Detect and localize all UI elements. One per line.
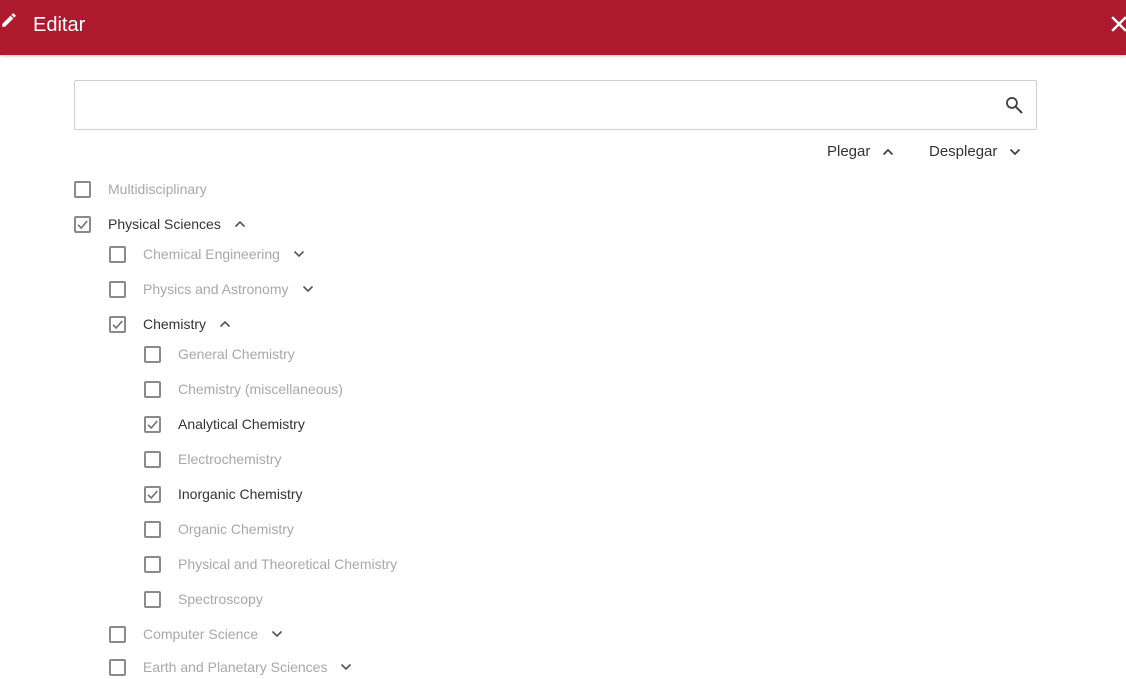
expand-all-button[interactable]: Desplegar (929, 142, 1021, 162)
search-input[interactable] (87, 81, 991, 131)
tree-item[interactable]: Inorganic Chemistry (144, 482, 303, 506)
tree-item-label: Chemical Engineering (143, 246, 280, 262)
chevron-up-icon (883, 148, 894, 156)
tree-item-label: Inorganic Chemistry (178, 486, 303, 502)
checkbox-checked[interactable] (144, 415, 161, 433)
checkbox[interactable] (144, 520, 161, 538)
chevron-down-icon[interactable] (293, 248, 305, 260)
close-icon[interactable] (1110, 14, 1126, 36)
chevron-down-icon[interactable] (340, 661, 352, 673)
checkbox[interactable] (144, 380, 161, 398)
chevron-up-icon[interactable] (234, 218, 246, 230)
checkbox[interactable] (109, 658, 126, 676)
tree-item-label: Organic Chemistry (178, 521, 294, 537)
check-icon (77, 219, 88, 229)
expand-all-label: Desplegar (929, 143, 998, 160)
tree-item-label: Chemistry (143, 316, 207, 332)
tree-item[interactable]: Multidisciplinary (74, 177, 207, 201)
tree-item-label: Physical and Theoretical Chemistry (178, 556, 398, 572)
tree-item-label: Physics and Astronomy (143, 281, 289, 297)
tree-item[interactable]: Analytical Chemistry (144, 412, 305, 436)
tree-item[interactable]: Computer Science (109, 622, 283, 646)
checkbox-checked[interactable] (109, 315, 126, 333)
chevron-up-icon[interactable] (219, 318, 231, 330)
chevron-down-icon[interactable] (302, 283, 314, 295)
checkbox[interactable] (144, 555, 161, 573)
tree-item[interactable]: Physics and Astronomy (109, 277, 314, 301)
search-field (74, 80, 1037, 131)
tree-item[interactable]: Chemistry (miscellaneous) (144, 377, 343, 401)
tree-item-label: General Chemistry (178, 346, 295, 362)
tree-item-label: Chemistry (miscellaneous) (178, 381, 343, 397)
chevron-down-icon[interactable] (271, 628, 283, 640)
tree-item[interactable]: Organic Chemistry (144, 517, 294, 541)
chevron-down-icon (1010, 148, 1021, 156)
collapse-all-button[interactable]: Plegar (827, 142, 894, 162)
tree-item-label: Analytical Chemistry (178, 416, 305, 432)
tree-item-label: Physical Sciences (108, 216, 221, 232)
pencil-icon (2, 13, 16, 27)
checkbox[interactable] (109, 280, 126, 298)
tree-item[interactable]: Electrochemistry (144, 447, 281, 471)
checkbox-checked[interactable] (74, 215, 91, 233)
checkbox[interactable] (109, 625, 126, 643)
checkbox[interactable] (74, 180, 91, 198)
checkbox[interactable] (109, 245, 126, 263)
checkbox[interactable] (144, 345, 161, 363)
collapse-all-label: Plegar (827, 143, 871, 160)
check-icon (112, 319, 123, 329)
checkbox-checked[interactable] (144, 485, 161, 503)
search-icon[interactable] (1004, 95, 1024, 115)
dialog-title: Editar (33, 14, 86, 36)
tree-item[interactable]: Chemical Engineering (109, 242, 305, 266)
tree-item[interactable]: Chemistry (109, 312, 231, 336)
tree-item[interactable]: Spectroscopy (144, 587, 263, 611)
checkbox[interactable] (144, 450, 161, 468)
tree-item[interactable]: Physical and Theoretical Chemistry (144, 552, 397, 576)
check-icon (147, 489, 158, 499)
dialog-header: Editar (0, 0, 1126, 55)
tree-item-label: Computer Science (143, 626, 259, 642)
tree-item[interactable]: Earth and Planetary Sciences (109, 655, 352, 679)
tree-item-label: Earth and Planetary Sciences (143, 659, 328, 675)
check-icon (147, 419, 158, 429)
tree-item[interactable]: Physical Sciences (74, 212, 246, 236)
checkbox[interactable] (144, 590, 161, 608)
tree-item-label: Multidisciplinary (108, 181, 207, 197)
tree-item[interactable]: General Chemistry (144, 342, 295, 366)
tree-item-label: Spectroscopy (178, 591, 263, 607)
tree-item-label: Electrochemistry (178, 451, 282, 467)
